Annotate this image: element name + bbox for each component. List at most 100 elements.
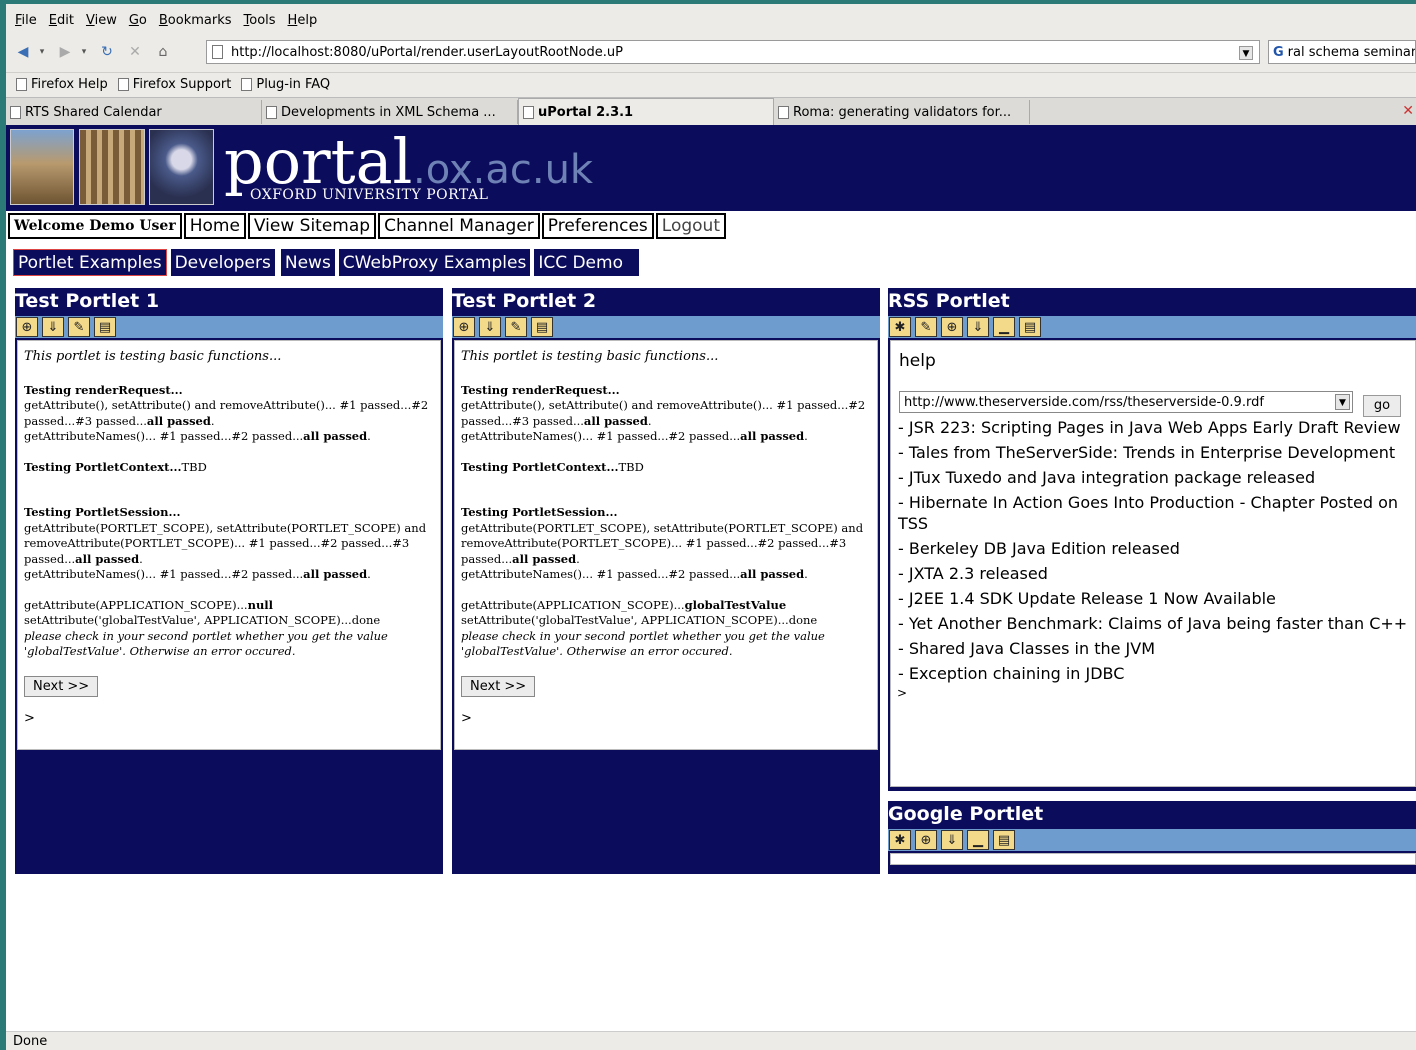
nav-home[interactable]: Home <box>183 213 246 239</box>
google-search-icon[interactable]: G <box>1273 45 1284 60</box>
rss-item[interactable]: - J2EE 1.4 SDK Update Release 1 Now Avai… <box>898 588 1409 609</box>
detach-icon[interactable]: ⇓ <box>42 317 64 337</box>
session-heading: Testing PortletSession... <box>461 505 618 519</box>
render-line-1: getAttribute(), setAttribute() and remov… <box>461 398 866 428</box>
menu-view[interactable]: View <box>86 13 117 28</box>
bookmark-label: Plug-in FAQ <box>256 77 331 92</box>
edit-icon[interactable]: ✎ <box>68 317 90 337</box>
rss-item[interactable]: - Exception chaining in JDBC <box>898 663 1409 684</box>
nav-channel-manager[interactable]: Channel Manager <box>378 213 540 239</box>
minimize-icon[interactable]: ▁ <box>967 830 989 850</box>
bookmark-firefox-help[interactable]: Firefox Help <box>16 77 108 92</box>
rss-item[interactable]: - Shared Java Classes in the JVM <box>898 638 1409 659</box>
rss-item[interactable]: - JXTA 2.3 released <box>898 563 1409 584</box>
menu-bar: File Edit View Go Bookmarks Tools Help <box>6 6 1416 34</box>
tab-uportal[interactable]: uPortal 2.3.1 <box>518 98 774 125</box>
maximize-icon[interactable]: ⊕ <box>16 317 38 337</box>
back-icon[interactable]: ◀ <box>12 41 34 63</box>
tab-news[interactable]: News <box>280 249 335 276</box>
portlet-title: Google Portlet <box>888 803 1044 825</box>
application-scope-section: getAttribute(APPLICATION_SCOPE)...global… <box>461 598 871 660</box>
url-bar[interactable]: http://localhost:8080/uPortal/render.use… <box>206 40 1260 64</box>
test-portlet-2: Test Portlet 2 ⊕ ⇓ ✎ ▤ This portlet is t… <box>452 288 880 874</box>
next-button[interactable]: Next >> <box>24 675 99 697</box>
search-box[interactable]: G ral schema seminar <box>1268 40 1416 64</box>
portlet-body: This portlet is testing basic functions.… <box>17 340 441 750</box>
detach-icon[interactable]: ⇓ <box>941 830 963 850</box>
detach-icon[interactable]: ⇓ <box>967 317 989 337</box>
menu-go[interactable]: Go <box>129 13 147 28</box>
maximize-icon[interactable]: ⊕ <box>453 317 475 337</box>
radcliffe-camera-image <box>10 129 74 205</box>
rss-item[interactable]: - Hibernate In Action Goes Into Producti… <box>898 492 1409 534</box>
all-passed: all passed <box>75 551 140 566</box>
menu-help[interactable]: Help <box>288 13 318 28</box>
detach-icon[interactable]: ⇓ <box>479 317 501 337</box>
nav-view-sitemap[interactable]: View Sitemap <box>247 213 377 239</box>
bookmark-plugin-faq[interactable]: Plug-in FAQ <box>241 77 330 92</box>
remove-icon[interactable]: ▤ <box>94 317 116 337</box>
stop-icon[interactable]: ✕ <box>124 41 146 63</box>
test-portlet-1: Test Portlet 1 ⊕ ⇓ ✎ ▤ This portlet is t… <box>15 288 443 874</box>
prompt-marker: > <box>461 711 472 726</box>
maximize-icon[interactable]: ⊕ <box>915 830 937 850</box>
go-button[interactable]: go <box>1363 395 1401 417</box>
tab-cwebproxy-examples[interactable]: CWebProxy Examples <box>338 249 531 276</box>
remove-icon[interactable]: ▤ <box>993 830 1015 850</box>
tab-roma[interactable]: Roma: generating validators for... <box>774 100 1030 124</box>
rss-item[interactable]: - JSR 223: Scripting Pages in Java Web A… <box>898 417 1409 438</box>
maximize-icon[interactable]: ⊕ <box>941 317 963 337</box>
rss-item[interactable]: - Berkeley DB Java Edition released <box>898 538 1409 559</box>
tab-icc-demo[interactable]: ICC Demo <box>534 249 639 276</box>
back-dropdown-icon[interactable]: ▾ <box>36 41 48 63</box>
next-button[interactable]: Next >> <box>461 675 536 697</box>
all-passed: all passed <box>512 551 577 566</box>
tab-developers[interactable]: Developers <box>170 249 275 276</box>
chevron-down-icon[interactable]: ▼ <box>1335 394 1350 410</box>
all-passed: all passed <box>146 413 211 428</box>
google-portlet: Google Portlet ✱ ⊕ ⇓ ▁ ▤ <box>888 801 1416 874</box>
page-icon <box>10 105 21 119</box>
rss-item[interactable]: - Yet Another Benchmark: Claims of Java … <box>898 613 1409 634</box>
minimize-icon[interactable]: ▁ <box>993 317 1015 337</box>
rss-item[interactable]: - Tales from TheServerSide: Trends in En… <box>898 442 1409 463</box>
render-line-1: getAttribute(), setAttribute() and remov… <box>24 398 429 428</box>
menu-tools[interactable]: Tools <box>244 13 276 28</box>
url-dropdown-icon[interactable]: ▼ <box>1239 46 1253 60</box>
tab-rts-calendar[interactable]: RTS Shared Calendar <box>6 100 262 124</box>
page-icon <box>266 105 277 119</box>
session-line-2: getAttributeNames()... #1 passed...#2 pa… <box>24 567 304 581</box>
remove-icon[interactable]: ▤ <box>1019 317 1041 337</box>
feed-url: http://www.theserverside.com/rss/theserv… <box>904 394 1264 410</box>
menu-file[interactable]: File <box>15 13 37 28</box>
nav-logout[interactable]: Logout <box>655 213 726 239</box>
home-icon[interactable]: ⌂ <box>152 41 174 63</box>
forward-dropdown-icon[interactable]: ▾ <box>78 41 90 63</box>
nav-preferences[interactable]: Preferences <box>541 213 654 239</box>
render-heading: Testing renderRequest... <box>24 382 183 397</box>
bookmark-firefox-support[interactable]: Firefox Support <box>117 77 231 92</box>
close-tab-icon[interactable]: ✕ <box>1402 103 1414 119</box>
bookmark-label: Firefox Help <box>31 77 108 92</box>
edit-icon[interactable]: ✎ <box>505 317 527 337</box>
page-icon <box>778 105 789 119</box>
all-passed: all passed <box>303 567 368 581</box>
menu-bookmarks[interactable]: Bookmarks <box>159 13 232 28</box>
help-icon[interactable]: ✱ <box>889 317 911 337</box>
edit-icon[interactable]: ✎ <box>915 317 937 337</box>
tab-label: RTS Shared Calendar <box>25 104 162 120</box>
help-icon[interactable]: ✱ <box>889 830 911 850</box>
forward-icon[interactable]: ▶ <box>54 41 76 63</box>
rss-item[interactable]: - JTux Tuxedo and Java integration packa… <box>898 467 1409 488</box>
tab-portlet-examples[interactable]: Portlet Examples <box>13 249 167 276</box>
feed-select[interactable]: http://www.theserverside.com/rss/theserv… <box>899 391 1353 413</box>
remove-icon[interactable]: ▤ <box>531 317 553 337</box>
menu-edit[interactable]: Edit <box>49 13 74 28</box>
rss-help-link[interactable]: help <box>899 351 1415 371</box>
tab-xml-schema[interactable]: Developments in XML Schema ... <box>262 100 518 124</box>
welcome-label: Welcome Demo User <box>8 213 182 239</box>
reload-icon[interactable]: ↻ <box>96 41 118 63</box>
page-icon <box>523 105 534 119</box>
page-icon <box>16 78 27 91</box>
tab-label: Roma: generating validators for... <box>793 104 1012 120</box>
